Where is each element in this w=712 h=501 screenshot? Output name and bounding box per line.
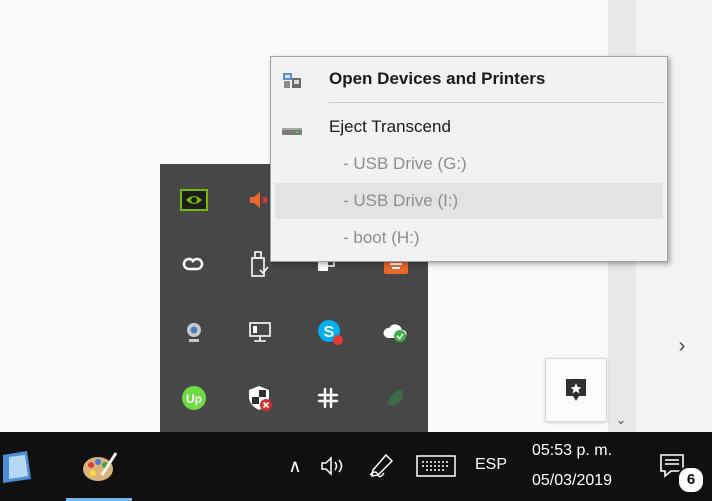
touch-keyboard-icon[interactable] xyxy=(414,453,458,479)
input-language[interactable]: ESP xyxy=(475,456,507,474)
volume-icon[interactable] xyxy=(316,453,352,479)
webcam-icon[interactable] xyxy=(174,312,214,352)
menu-separator xyxy=(329,102,663,103)
menu-item-label: Eject Transcend xyxy=(329,117,451,136)
paint-palette-icon xyxy=(83,451,118,481)
menu-item-label: - boot (H:) xyxy=(343,228,420,247)
svg-text:Up: Up xyxy=(186,392,202,406)
svg-text:S: S xyxy=(324,324,335,341)
nvidia-icon[interactable] xyxy=(174,180,214,220)
pen-workspace-icon[interactable] xyxy=(366,452,398,480)
taskbar-app-notebook[interactable] xyxy=(0,432,40,501)
notebook-app-icon xyxy=(3,450,31,483)
chevron-right-icon[interactable]: › xyxy=(672,334,692,358)
devices-printers-icon xyxy=(283,73,301,88)
clock-date: 05/03/2019 xyxy=(532,472,613,489)
context-menu: Open Devices and Printers Eject Transcen… xyxy=(270,56,668,262)
taskbar-app-paint[interactable] xyxy=(66,432,132,501)
notification-count-badge: 6 xyxy=(677,466,705,494)
network-icon[interactable] xyxy=(240,312,280,352)
show-hidden-icons-chevron-up-icon[interactable]: ∧ xyxy=(284,454,306,478)
feedback-icon xyxy=(566,379,586,401)
menu-item-boot-h[interactable]: - boot (H:) xyxy=(271,220,667,256)
taskbar: ∧ ESP 05:53 p. m. 05/03/2019 xyxy=(0,432,712,501)
clock-time: 05:53 p. m. xyxy=(532,442,613,459)
menu-item-eject-transcend[interactable]: Eject Transcend xyxy=(271,109,667,145)
menu-item-label: Open Devices and Printers xyxy=(329,69,546,88)
menu-item-label: - USB Drive (I:) xyxy=(343,191,459,210)
feedback-button[interactable] xyxy=(545,358,607,422)
usb-drive-icon xyxy=(282,128,302,135)
cloud-sync-icon[interactable] xyxy=(376,312,416,352)
menu-item-usb-drive-i[interactable]: - USB Drive (I:) xyxy=(275,183,663,219)
chevron-down-icon[interactable]: ⌄ xyxy=(611,410,631,430)
slack-icon[interactable] xyxy=(308,378,348,418)
menu-item-open-devices-printers[interactable]: Open Devices and Printers xyxy=(271,61,667,97)
skype-icon[interactable]: S xyxy=(310,312,350,352)
upwork-icon[interactable]: Up xyxy=(174,378,214,418)
security-shield-icon[interactable] xyxy=(240,378,280,418)
menu-item-usb-drive-g[interactable]: - USB Drive (G:) xyxy=(271,146,667,182)
menu-item-label: - USB Drive (G:) xyxy=(343,154,467,173)
creative-cloud-icon[interactable] xyxy=(174,244,214,284)
app-green-icon[interactable] xyxy=(376,378,416,418)
